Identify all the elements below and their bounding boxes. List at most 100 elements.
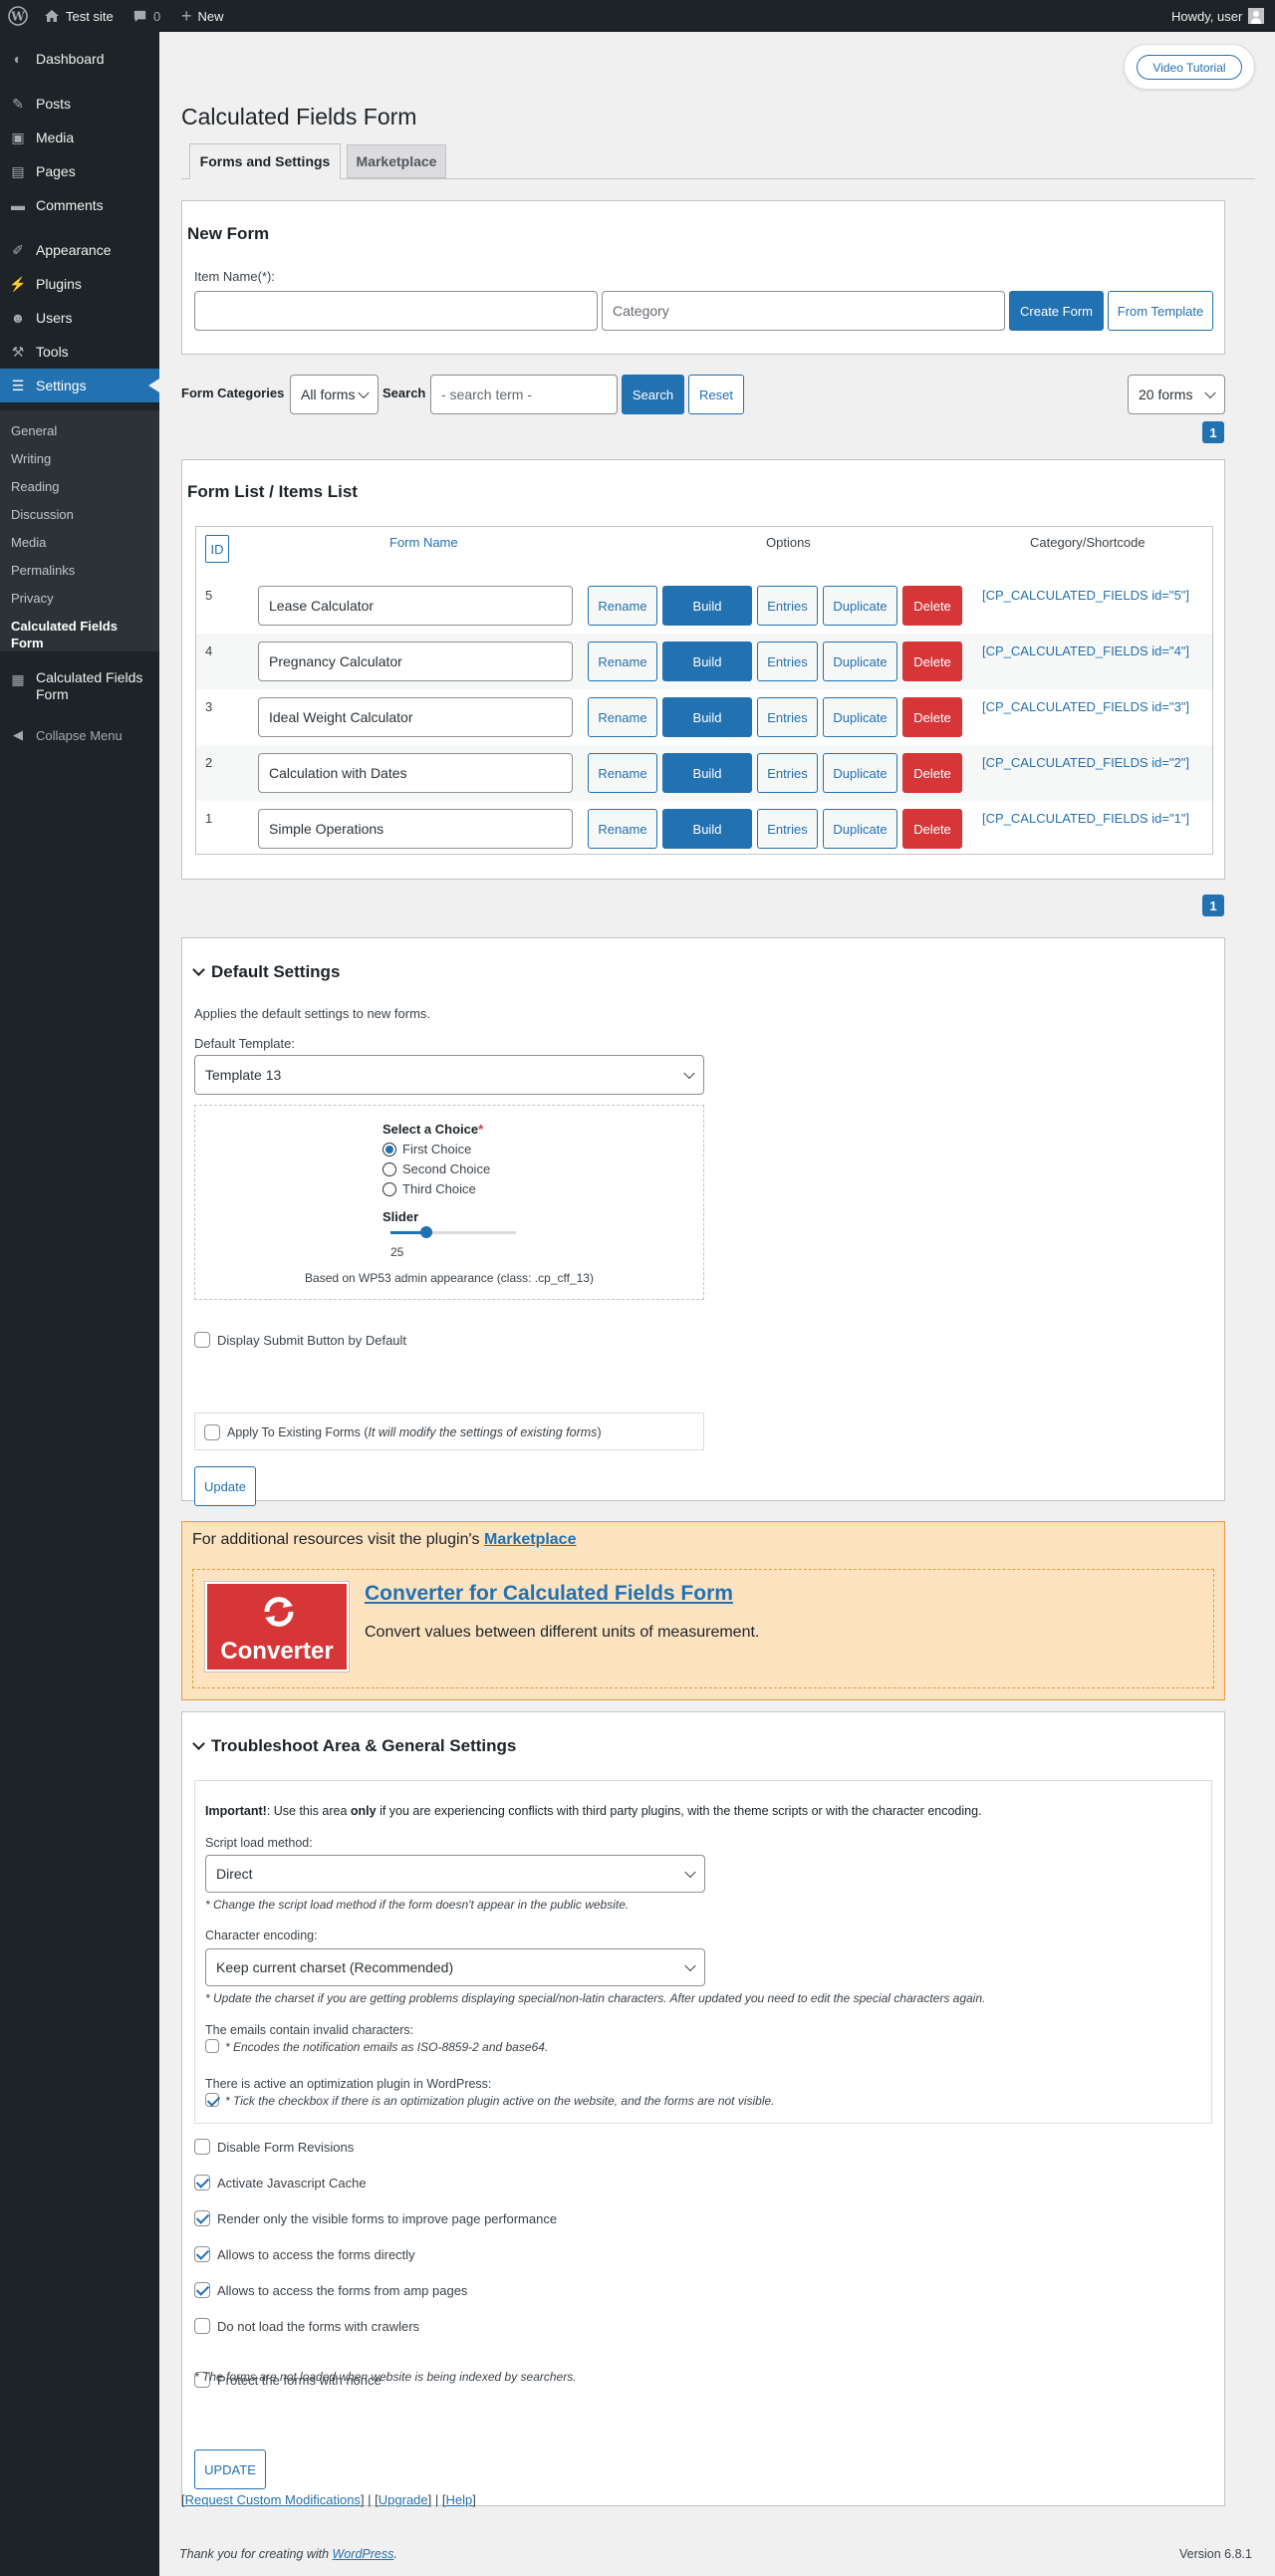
request-modifications-link[interactable]: Request Custom Modifications (185, 2492, 361, 2507)
optimization-checkbox[interactable] (205, 2093, 219, 2107)
submenu-discussion[interactable]: Discussion (11, 506, 74, 523)
submenu-writing[interactable]: Writing (11, 450, 51, 467)
preview-radio-3[interactable]: Third Choice (382, 1181, 476, 1196)
upgrade-link[interactable]: Upgrade (379, 2492, 428, 2507)
preview-radio-2[interactable]: Second Choice (382, 1161, 490, 1176)
id-sort-header[interactable]: ID (205, 535, 229, 563)
tab-marketplace[interactable]: Marketplace (347, 144, 446, 178)
comments-link[interactable]: 0 (132, 0, 160, 32)
account-menu[interactable]: Howdy, user (1171, 0, 1265, 32)
preview-slider-track[interactable] (390, 1226, 516, 1238)
pagination-bottom[interactable]: 1 (1202, 895, 1224, 916)
preview-radio-1[interactable]: First Choice (382, 1142, 471, 1157)
emails-checkbox[interactable] (205, 2039, 219, 2053)
category-input[interactable]: Category (602, 291, 1005, 331)
option-checkbox[interactable] (194, 2282, 210, 2298)
option-checkbox[interactable] (194, 2210, 210, 2226)
menu-dashboard[interactable]: ◐ Dashboard (0, 42, 159, 76)
converter-logo[interactable]: Converter (205, 1582, 349, 1672)
create-form-button[interactable]: Create Form (1009, 291, 1104, 331)
duplicate-button[interactable]: Duplicate (823, 586, 897, 626)
charset-select[interactable]: Keep current charset (Recommended) (205, 1948, 705, 1986)
menu-comments[interactable]: ▬ Comments (0, 188, 159, 222)
pagination-top[interactable]: 1 (1202, 421, 1224, 443)
video-tutorial-button[interactable]: Video Tutorial (1137, 55, 1242, 80)
build-button[interactable]: Build (662, 586, 752, 626)
tab-forms-and-settings[interactable]: Forms and Settings (189, 143, 341, 179)
duplicate-button[interactable]: Duplicate (823, 809, 897, 849)
default-settings-update-button[interactable]: Update (194, 1466, 256, 1506)
site-name-link[interactable]: Test site (44, 0, 114, 32)
entries-button[interactable]: Entries (757, 697, 818, 737)
wordpress-logo-icon[interactable]: W (8, 0, 28, 32)
new-content-link[interactable]: + New (181, 0, 224, 32)
submenu-reading[interactable]: Reading (11, 478, 59, 495)
collapse-menu[interactable]: ◀ Collapse Menu (0, 718, 159, 752)
categories-select[interactable]: All forms (290, 375, 379, 414)
menu-pages[interactable]: ▤ Pages (0, 154, 159, 188)
reset-button[interactable]: Reset (688, 375, 744, 414)
slider-handle[interactable] (420, 1226, 432, 1238)
submenu-privacy[interactable]: Privacy (11, 590, 54, 607)
delete-button[interactable]: Delete (902, 586, 962, 626)
duplicate-button[interactable]: Duplicate (823, 697, 897, 737)
delete-button[interactable]: Delete (902, 753, 962, 793)
troubleshoot-update-button[interactable]: UPDATE (194, 2449, 266, 2489)
form-name-input[interactable]: Simple Operations (258, 809, 573, 849)
rename-button[interactable]: Rename (588, 753, 657, 793)
menu-media[interactable]: ▣ Media (0, 121, 159, 154)
default-settings-header[interactable]: Default Settings (192, 962, 340, 982)
delete-button[interactable]: Delete (902, 642, 962, 681)
option-checkbox[interactable] (194, 2318, 210, 2334)
menu-appearance[interactable]: ✐ Appearance (0, 233, 159, 267)
form-name-input[interactable]: Pregnancy Calculator (258, 642, 573, 681)
form-name-input[interactable]: Ideal Weight Calculator (258, 697, 573, 737)
entries-button[interactable]: Entries (757, 642, 818, 681)
help-link[interactable]: Help (445, 2492, 472, 2507)
menu-posts[interactable]: ✎ Posts (0, 87, 159, 121)
wordpress-link[interactable]: WordPress (333, 2547, 394, 2561)
form-name-input[interactable]: Lease Calculator (258, 586, 573, 626)
rename-button[interactable]: Rename (588, 642, 657, 681)
build-button[interactable]: Build (662, 753, 752, 793)
build-button[interactable]: Build (662, 809, 752, 849)
script-load-select[interactable]: Direct (205, 1855, 705, 1893)
form-name-input[interactable]: Calculation with Dates (258, 753, 573, 793)
menu-settings[interactable]: ☰ Settings (0, 369, 159, 402)
delete-button[interactable]: Delete (902, 697, 962, 737)
duplicate-button[interactable]: Duplicate (823, 642, 897, 681)
search-input[interactable]: - search term - (430, 375, 618, 414)
submenu-media[interactable]: Media (11, 534, 46, 551)
option-checkbox[interactable] (194, 2175, 210, 2190)
rename-button[interactable]: Rename (588, 697, 657, 737)
option-checkbox[interactable] (194, 2139, 210, 2155)
product-title-link[interactable]: Converter for Calculated Fields Form (365, 1582, 733, 1606)
option-checkbox[interactable] (194, 2246, 210, 2262)
build-button[interactable]: Build (662, 697, 752, 737)
submenu-general[interactable]: General (11, 422, 57, 439)
menu-calculated-fields-form[interactable]: ▦ Calculated Fields Form (0, 669, 159, 713)
entries-button[interactable]: Entries (757, 586, 818, 626)
duplicate-button[interactable]: Duplicate (823, 753, 897, 793)
marketplace-link[interactable]: Marketplace (484, 1531, 577, 1548)
menu-users[interactable]: ☻ Users (0, 301, 159, 335)
display-submit-checkbox[interactable] (194, 1332, 210, 1348)
from-template-button[interactable]: From Template (1108, 291, 1213, 331)
menu-plugins[interactable]: ⚡ Plugins (0, 267, 159, 301)
menu-tools[interactable]: ⚒ Tools (0, 335, 159, 369)
delete-button[interactable]: Delete (902, 809, 962, 849)
form-name-header[interactable]: Form Name (389, 535, 458, 550)
item-name-input[interactable] (194, 291, 598, 331)
per-page-select[interactable]: 20 forms (1128, 375, 1225, 414)
apply-existing-checkbox[interactable] (204, 1424, 220, 1440)
troubleshoot-header[interactable]: Troubleshoot Area & General Settings (192, 1736, 516, 1756)
entries-button[interactable]: Entries (757, 753, 818, 793)
submenu-permalinks[interactable]: Permalinks (11, 562, 75, 579)
search-button[interactable]: Search (622, 375, 684, 414)
submenu-calculated-fields-form[interactable]: Calculated Fields Form (11, 618, 130, 651)
default-template-select[interactable]: Template 13 (194, 1055, 704, 1095)
rename-button[interactable]: Rename (588, 809, 657, 849)
rename-button[interactable]: Rename (588, 586, 657, 626)
entries-button[interactable]: Entries (757, 809, 818, 849)
build-button[interactable]: Build (662, 642, 752, 681)
